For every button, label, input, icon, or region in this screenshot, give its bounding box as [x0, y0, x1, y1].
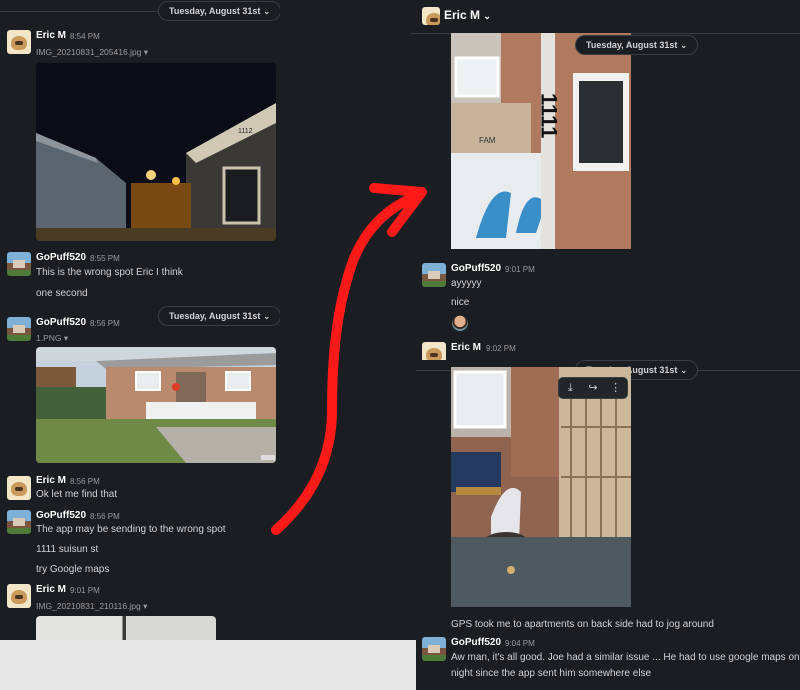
message-timestamp[interactable]: 9:01 PM	[70, 586, 100, 595]
date-label: Tuesday, August 31st	[586, 40, 678, 50]
message-timestamp[interactable]: 8:56 PM	[90, 512, 120, 521]
night-photo-image: 1112	[36, 63, 276, 241]
date-label: Tuesday, August 31st	[169, 6, 261, 16]
message-timestamp[interactable]: 9:01 PM	[505, 265, 535, 274]
message-text: 1111 suisun st	[36, 544, 99, 555]
left-message-panel: Tuesday, August 31st ⌄ Eric M 8:54 PM IMG…	[0, 0, 280, 640]
avatar[interactable]	[7, 252, 31, 276]
message-text: try Google maps	[36, 564, 110, 575]
chevron-down-icon: ⌄	[483, 11, 491, 21]
night-photo[interactable]: 1112	[36, 63, 276, 241]
avatar[interactable]	[7, 476, 31, 500]
chevron-down-icon: ⌄	[680, 41, 688, 50]
more-icon[interactable]: ⋮	[608, 380, 624, 396]
message-text: GPS took me to apartments on back side h…	[451, 619, 714, 630]
channel-title-label: Eric M	[444, 8, 481, 22]
file-name-label: IMG_20210831_210116.jpg	[36, 601, 141, 611]
avatar[interactable]	[7, 317, 31, 341]
chevron-down-icon: ▾	[143, 47, 149, 57]
header-avatar[interactable]	[422, 7, 440, 25]
message-text: Aw man, it's all good. Joe had a similar…	[451, 652, 800, 663]
gate-photo-image	[451, 367, 631, 607]
door-photo[interactable]: FAM 1111	[451, 33, 631, 249]
author-name[interactable]: GoPuff520	[451, 637, 501, 648]
channel-title[interactable]: Eric M ⌄	[444, 8, 491, 22]
reaction-avatar[interactable]	[452, 315, 468, 331]
author-name[interactable]: GoPuff520	[451, 263, 501, 274]
chevron-down-icon: ▾	[63, 333, 69, 343]
photo-garage-number: 1112	[238, 128, 253, 135]
message-timestamp[interactable]: 9:02 PM	[486, 344, 516, 353]
file-name-label: IMG_20210831_205416.jpg	[36, 47, 142, 57]
message-text: Ok let me find that	[36, 489, 118, 500]
author-name[interactable]: GoPuff520	[36, 317, 86, 328]
message-timestamp[interactable]: 8:54 PM	[70, 32, 100, 41]
streetview-photo[interactable]	[36, 347, 276, 463]
red-arrow-annotation	[271, 183, 427, 535]
chevron-down-icon: ⌄	[680, 366, 688, 375]
avatar[interactable]	[7, 510, 31, 534]
message-timestamp[interactable]: 9:04 PM	[505, 639, 535, 648]
avatar[interactable]	[7, 584, 31, 608]
message-timestamp[interactable]: 8:56 PM	[70, 477, 100, 486]
download-icon[interactable]: ⤓	[562, 380, 578, 396]
avatar[interactable]	[422, 637, 446, 661]
author-name[interactable]: Eric M	[36, 584, 66, 595]
file-name[interactable]: 1.PNG ▾	[36, 333, 68, 344]
message-text: night since the app sent him somewhere e…	[451, 668, 652, 679]
file-name[interactable]: IMG_20210831_210116.jpg ▾	[36, 601, 147, 612]
author-name[interactable]: GoPuff520	[36, 252, 86, 263]
file-name-label: 1.PNG	[36, 333, 62, 343]
message-text: one second	[36, 288, 88, 299]
author-name[interactable]: GoPuff520	[36, 510, 86, 521]
message-text: This is the wrong spot Eric I think	[36, 267, 183, 278]
message-text: The app may be sending to the wrong spot	[36, 524, 226, 535]
door-photo-image: FAM 1111	[451, 33, 631, 249]
author-name[interactable]: Eric M	[36, 475, 66, 486]
message-timestamp[interactable]: 8:56 PM	[90, 319, 120, 328]
chevron-down-icon: ▾	[143, 601, 148, 611]
file-name[interactable]: IMG_20210831_205416.jpg ▾	[36, 47, 148, 58]
message-toolbar: ⤓ ↪ ⋮	[558, 377, 628, 399]
date-divider-pill[interactable]: Tuesday, August 31st ⌄	[575, 35, 699, 55]
chevron-down-icon: ⌄	[263, 7, 271, 16]
photo-box-label: FAM	[479, 136, 496, 145]
photo-door-number: 1111	[537, 93, 562, 138]
message-text: nice	[451, 297, 470, 308]
date-divider-pill[interactable]: Tuesday, August 31st ⌄	[158, 1, 280, 21]
share-icon[interactable]: ↪	[585, 380, 601, 396]
date-label: Tuesday, August 31st	[169, 311, 261, 321]
streetview-image	[36, 347, 276, 463]
author-name[interactable]: Eric M	[36, 30, 66, 41]
author-name[interactable]: Eric M	[451, 342, 481, 353]
arrow-shaft	[271, 193, 417, 535]
gate-photo[interactable]	[451, 367, 631, 607]
avatar[interactable]	[7, 30, 31, 54]
partial-photo[interactable]	[36, 616, 216, 640]
message-text: ayyyyy	[451, 278, 482, 289]
message-timestamp[interactable]: 8:55 PM	[90, 254, 120, 263]
background-strip	[0, 640, 416, 690]
